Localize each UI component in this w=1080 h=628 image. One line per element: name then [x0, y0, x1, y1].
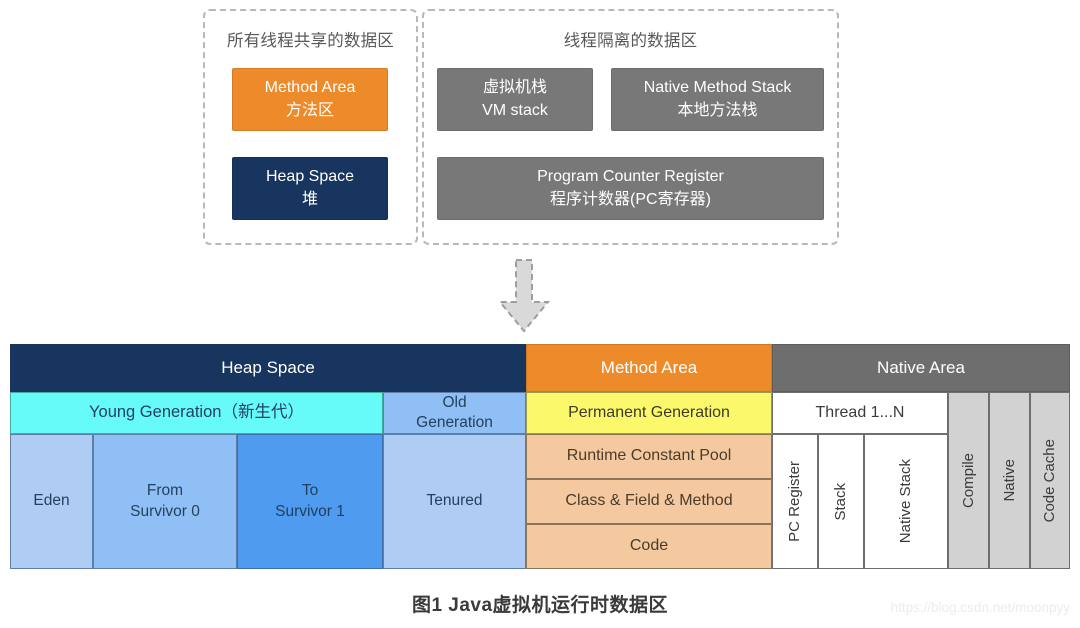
native-label: Native — [1000, 459, 1018, 502]
stack-label: Stack — [832, 482, 850, 521]
table-cell-native: Native — [989, 392, 1030, 569]
block-native-method-stack-line1: Native Method Stack — [643, 79, 792, 97]
watermark: https://blog.csdn.net/moonpyy — [890, 600, 1070, 615]
table-cell-tenured: Tenured — [383, 434, 526, 569]
table-cell-code: Code — [526, 524, 772, 569]
block-method-area: Method Area 方法区 — [232, 68, 388, 131]
block-native-method-stack: Native Method Stack 本地方法栈 — [611, 68, 824, 131]
table-cell-compile: Compile — [948, 392, 989, 569]
table-cell-eden: Eden — [10, 434, 93, 569]
block-program-counter-register-line2: 程序计数器(PC寄存器) — [550, 190, 711, 208]
block-vm-stack-line2: VM stack — [482, 101, 548, 119]
block-method-area-line1: Method Area — [264, 79, 356, 97]
table-cell-permanent-generation: Permanent Generation — [526, 392, 772, 434]
table-cell-stack: Stack — [818, 434, 864, 569]
table-cell-thread: Thread 1...N — [772, 392, 948, 434]
table-cell-from-survivor: From Survivor 0 — [93, 434, 237, 569]
table-cell-to-survivor: To Survivor 1 — [237, 434, 383, 569]
from-survivor-line2: Survivor 0 — [130, 502, 200, 520]
native-stack-label: Native Stack — [897, 459, 915, 544]
table-header-method-area: Method Area — [526, 344, 772, 392]
block-method-area-line2: 方法区 — [285, 101, 334, 119]
block-vm-stack-line1: 虚拟机栈 — [482, 79, 547, 97]
pc-register-label: PC Register — [786, 461, 804, 542]
down-arrow-icon — [492, 258, 556, 334]
from-survivor-line1: From — [146, 482, 184, 500]
table-cell-young-generation: Young Generation（新生代） — [10, 392, 383, 434]
diagram-canvas: 所有线程共享的数据区 线程隔离的数据区 Method Area 方法区 Heap… — [0, 0, 1080, 628]
block-program-counter-register-line1: Program Counter Register — [537, 168, 724, 186]
compile-label: Compile — [959, 452, 977, 509]
table-cell-old-generation: Old Generation — [383, 392, 526, 434]
table-cell-code-cache: Code Cache — [1030, 392, 1070, 569]
to-survivor-line1: To — [301, 482, 319, 500]
thread-isolated-data-area-title: 线程隔离的数据区 — [563, 32, 698, 50]
code-cache-label: Code Cache — [1041, 438, 1059, 523]
shared-data-area-title: 所有线程共享的数据区 — [227, 32, 394, 50]
table-header-native-area: Native Area — [772, 344, 1070, 392]
table-cell-native-stack: Native Stack — [864, 434, 948, 569]
runtime-data-area-table: Heap Space Method Area Native Area Young… — [10, 344, 1070, 569]
table-cell-runtime-constant-pool: Runtime Constant Pool — [526, 434, 772, 479]
block-heap-space-line1: Heap Space — [265, 168, 355, 186]
block-native-method-stack-line2: 本地方法栈 — [677, 101, 758, 119]
to-survivor-line2: Survivor 1 — [275, 502, 345, 520]
old-generation-line2: Generation — [416, 414, 493, 431]
old-generation-line1: Old — [442, 393, 467, 411]
table-cell-class-field-method: Class & Field & Method — [526, 479, 772, 524]
table-header-heap-space: Heap Space — [10, 344, 526, 392]
block-vm-stack: 虚拟机栈 VM stack — [437, 68, 593, 131]
block-program-counter-register: Program Counter Register 程序计数器(PC寄存器) — [437, 157, 824, 220]
block-heap-space-line2: 堆 — [301, 190, 318, 208]
block-heap-space: Heap Space 堆 — [232, 157, 388, 220]
table-cell-pc-register: PC Register — [772, 434, 818, 569]
